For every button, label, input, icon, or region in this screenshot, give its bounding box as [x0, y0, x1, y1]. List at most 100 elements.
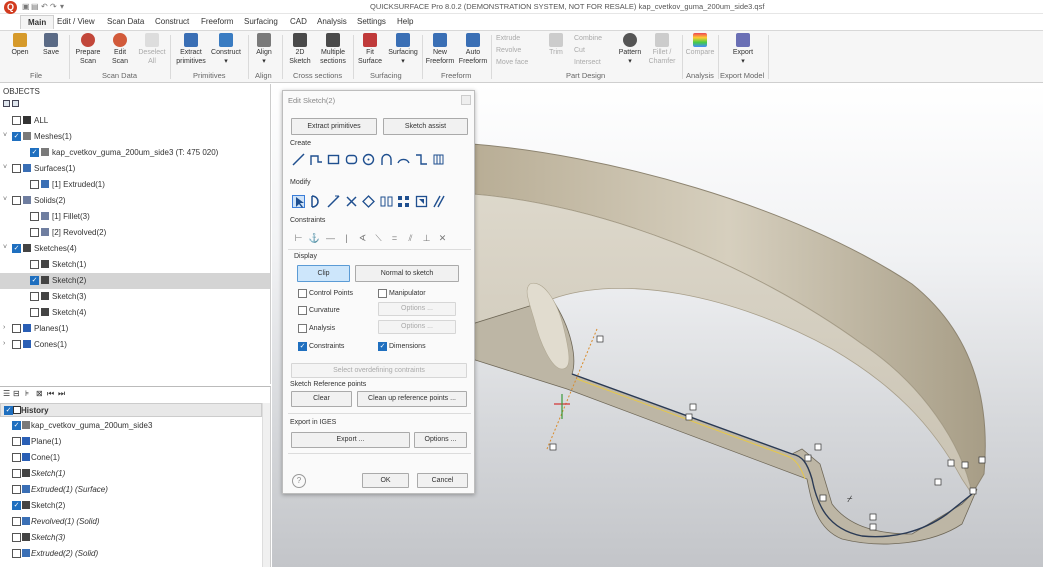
- clip-button[interactable]: Clip: [297, 265, 350, 282]
- history-checkbox[interactable]: ✓: [12, 501, 21, 510]
- expand-chevron-icon[interactable]: ˅: [3, 164, 7, 171]
- equal-icon[interactable]: =: [388, 232, 401, 245]
- export-button-dialog[interactable]: Export ...: [291, 432, 410, 448]
- visibility-checkbox[interactable]: [30, 228, 39, 237]
- revolve-button[interactable]: Revolve: [496, 47, 521, 54]
- arc-icon[interactable]: [380, 153, 393, 166]
- collapse-all-icon[interactable]: [12, 100, 19, 107]
- visibility-checkbox[interactable]: [30, 212, 39, 221]
- select-arrow-icon[interactable]: [292, 195, 305, 208]
- tree-item[interactable]: [2] Revolved(2): [0, 225, 270, 241]
- menu-cad[interactable]: CAD: [290, 17, 307, 26]
- redo-icon[interactable]: ↷: [50, 2, 57, 11]
- perpendicular-icon[interactable]: ⊥: [420, 232, 433, 245]
- close-icon[interactable]: [461, 95, 471, 105]
- pattern-grid-icon[interactable]: [397, 195, 410, 208]
- fillet-chamfer-button[interactable]: Fillet / Chamfer: [645, 33, 679, 66]
- extract-primitives-dialog-button[interactable]: Extract primitives: [291, 118, 377, 135]
- filter-icon[interactable]: ⊧: [25, 389, 29, 398]
- align-button[interactable]: Align ▾: [251, 33, 277, 66]
- history-item[interactable]: Plane(1): [0, 434, 260, 450]
- visibility-checkbox[interactable]: [30, 260, 39, 269]
- delete-constraint-icon[interactable]: ✕: [436, 232, 449, 245]
- history-item[interactable]: Revolved(1) (Solid): [0, 514, 260, 530]
- trim-button[interactable]: Trim: [545, 33, 567, 57]
- history-checkbox[interactable]: [12, 549, 21, 558]
- move-icon[interactable]: [362, 195, 375, 208]
- cancel-button[interactable]: Cancel: [417, 473, 468, 488]
- tree-item[interactable]: › Cones(1): [0, 337, 270, 353]
- combine-button[interactable]: Combine: [574, 35, 602, 42]
- manipulator-checkbox[interactable]: [378, 289, 387, 298]
- rectangle-icon[interactable]: [327, 153, 340, 166]
- parallel-icon[interactable]: ⫽: [404, 232, 417, 245]
- visibility-checkbox[interactable]: ✓: [30, 148, 39, 157]
- quicksurface-logo-icon[interactable]: Q: [4, 1, 17, 14]
- menu-settings[interactable]: Settings: [357, 17, 386, 26]
- history-checkbox[interactable]: ✓: [4, 406, 13, 415]
- tree-item[interactable]: ˅ Surfaces(1): [0, 161, 270, 177]
- deselect-all-button[interactable]: Deselect All: [135, 33, 169, 66]
- tree-item[interactable]: ˅ Solids(2): [0, 193, 270, 209]
- menu-help[interactable]: Help: [397, 17, 413, 26]
- dimensions-checkbox[interactable]: ✓: [378, 342, 387, 351]
- curvature-checkbox[interactable]: [298, 306, 307, 315]
- clean-up-reference-points-button[interactable]: Clean up reference points ...: [357, 391, 467, 407]
- tree-item[interactable]: [1] Extruded(1): [0, 177, 270, 193]
- extract-primitives-button[interactable]: Extract primitives: [173, 33, 209, 66]
- tree-item[interactable]: ALL: [0, 113, 270, 129]
- history-checkbox[interactable]: [12, 533, 21, 542]
- history-item[interactable]: Sketch(1): [0, 466, 260, 482]
- undo-icon[interactable]: ↶: [41, 2, 48, 11]
- slot-icon[interactable]: [415, 153, 428, 166]
- offset-curve-icon[interactable]: [432, 195, 445, 208]
- circle-icon[interactable]: [362, 153, 375, 166]
- last-step-icon[interactable]: ⏭: [58, 389, 65, 399]
- open-button[interactable]: Open: [6, 33, 34, 57]
- expand-chevron-icon[interactable]: ˅: [3, 244, 7, 251]
- expand-chevron-icon[interactable]: ›: [3, 324, 5, 331]
- extend-icon[interactable]: [327, 195, 340, 208]
- tree-item[interactable]: Sketch(1): [0, 257, 270, 273]
- visibility-checkbox[interactable]: ✓: [12, 132, 21, 141]
- history-checkbox[interactable]: [12, 469, 21, 478]
- history-item[interactable]: Cone(1): [0, 450, 260, 466]
- construct-button[interactable]: Construct ▾: [208, 33, 244, 66]
- tree-view-icon[interactable]: ⊟: [13, 389, 20, 398]
- menu-construct[interactable]: Construct: [155, 17, 189, 26]
- history-item[interactable]: Extruded(1) (Surface): [0, 482, 260, 498]
- tree-item[interactable]: › Planes(1): [0, 321, 270, 337]
- export-options-button[interactable]: Options ...: [414, 432, 467, 448]
- move-face-button[interactable]: Move face: [496, 59, 528, 66]
- cut-button[interactable]: Cut: [574, 47, 585, 54]
- help-icon[interactable]: ?: [292, 474, 306, 488]
- tree-item[interactable]: ˅ ✓ Meshes(1): [0, 129, 270, 145]
- control-points-checkbox[interactable]: [298, 289, 307, 298]
- horizontal-distance-icon[interactable]: ⊢: [292, 232, 305, 245]
- select-overdefining-button[interactable]: Select overdefining contraints: [291, 363, 467, 378]
- tree-item[interactable]: Sketch(3): [0, 289, 270, 305]
- history-checkbox[interactable]: [12, 437, 21, 446]
- angle-icon[interactable]: ∢: [356, 232, 369, 245]
- menu-edit-view[interactable]: Edit / View: [57, 17, 95, 26]
- menu-freeform[interactable]: Freeform: [201, 17, 233, 26]
- trim-modify-icon[interactable]: [310, 195, 323, 208]
- coincident-icon[interactable]: ⟍: [372, 232, 385, 245]
- tree-item[interactable]: [1] Fillet(3): [0, 209, 270, 225]
- visibility-checkbox[interactable]: [12, 164, 21, 173]
- visibility-checkbox[interactable]: [12, 196, 21, 205]
- analysis-options-button[interactable]: Options ...: [378, 320, 456, 334]
- new-freeform-button[interactable]: New Freeform: [424, 33, 456, 66]
- visibility-checkbox[interactable]: [30, 308, 39, 317]
- tree-item[interactable]: ✓ kap_cvetkov_guma_200um_side3 (T: 475 02…: [0, 145, 270, 161]
- visibility-checkbox[interactable]: [12, 116, 21, 125]
- multiple-sections-button[interactable]: Multiple sections: [316, 33, 350, 66]
- visibility-checkbox[interactable]: [30, 180, 39, 189]
- save-icon[interactable]: ▤: [31, 2, 39, 11]
- intersect-button[interactable]: Intersect: [574, 59, 601, 66]
- history-item[interactable]: ✓ Sketch(2): [0, 498, 260, 514]
- project-icon[interactable]: [415, 195, 428, 208]
- expand-chevron-icon[interactable]: ˅: [3, 132, 7, 139]
- tree-item[interactable]: ˅ ✓ Sketches(4): [0, 241, 270, 257]
- tree-item[interactable]: Sketch(4): [0, 305, 270, 321]
